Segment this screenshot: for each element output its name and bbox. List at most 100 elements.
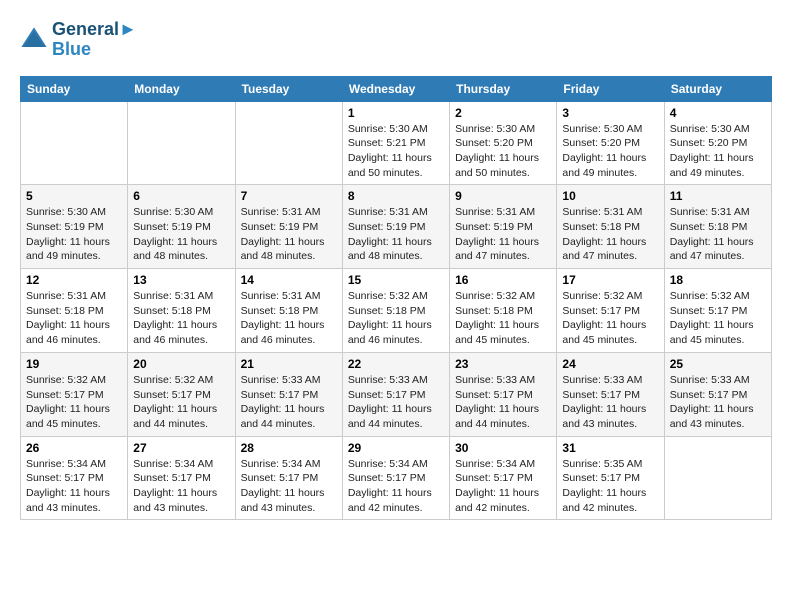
calendar-week-3: 12 Sunrise: 5:31 AMSunset: 5:18 PMDayligh… — [21, 269, 772, 353]
logo: General► Blue — [20, 20, 137, 60]
calendar-cell: 8 Sunrise: 5:31 AMSunset: 5:19 PMDaylight… — [342, 185, 449, 269]
day-number: 16 — [455, 273, 551, 287]
day-number: 12 — [26, 273, 122, 287]
day-info: Sunrise: 5:31 AMSunset: 5:19 PMDaylight:… — [348, 205, 444, 264]
page-header: General► Blue — [20, 20, 772, 60]
day-info: Sunrise: 5:30 AMSunset: 5:20 PMDaylight:… — [670, 122, 766, 181]
calendar-cell: 5Sunrise: 5:30 AMSunset: 5:19 PMDaylight… — [21, 185, 128, 269]
day-info: Sunrise: 5:31 AMSunset: 5:18 PMDaylight:… — [26, 289, 122, 348]
weekday-header-wednesday: Wednesday — [342, 76, 449, 101]
calendar-week-2: 5Sunrise: 5:30 AMSunset: 5:19 PMDaylight… — [21, 185, 772, 269]
day-info: Sunrise: 5:33 AMSunset: 5:17 PMDaylight:… — [670, 373, 766, 432]
logo-icon — [20, 26, 48, 54]
day-info: Sunrise: 5:31 AMSunset: 5:19 PMDaylight:… — [241, 205, 337, 264]
weekday-header-saturday: Saturday — [664, 76, 771, 101]
day-number: 18 — [670, 273, 766, 287]
weekday-header-sunday: Sunday — [21, 76, 128, 101]
calendar-cell — [21, 101, 128, 185]
day-info: Sunrise: 5:34 AMSunset: 5:17 PMDaylight:… — [26, 457, 122, 516]
day-number: 7 — [241, 189, 337, 203]
calendar-cell: 14 Sunrise: 5:31 AMSunset: 5:18 PMDayligh… — [235, 269, 342, 353]
calendar-cell: 19 Sunrise: 5:32 AMSunset: 5:17 PMDayligh… — [21, 352, 128, 436]
calendar-cell: 9 Sunrise: 5:31 AMSunset: 5:19 PMDaylight… — [450, 185, 557, 269]
calendar-cell: 29 Sunrise: 5:34 AMSunset: 5:17 PMDayligh… — [342, 436, 449, 520]
day-info: Sunrise: 5:32 AMSunset: 5:17 PMDaylight:… — [26, 373, 122, 432]
calendar-cell: 2 Sunrise: 5:30 AMSunset: 5:20 PMDaylight… — [450, 101, 557, 185]
calendar-cell: 24 Sunrise: 5:33 AMSunset: 5:17 PMDayligh… — [557, 352, 664, 436]
day-info: Sunrise: 5:33 AMSunset: 5:17 PMDaylight:… — [455, 373, 551, 432]
day-number: 10 — [562, 189, 658, 203]
day-info: Sunrise: 5:32 AMSunset: 5:17 PMDaylight:… — [133, 373, 229, 432]
calendar-cell: 11 Sunrise: 5:31 AMSunset: 5:18 PMDayligh… — [664, 185, 771, 269]
calendar-cell: 26 Sunrise: 5:34 AMSunset: 5:17 PMDayligh… — [21, 436, 128, 520]
day-number: 30 — [455, 441, 551, 455]
calendar-cell: 20 Sunrise: 5:32 AMSunset: 5:17 PMDayligh… — [128, 352, 235, 436]
weekday-header-monday: Monday — [128, 76, 235, 101]
day-number: 19 — [26, 357, 122, 371]
calendar: SundayMondayTuesdayWednesdayThursdayFrid… — [20, 76, 772, 521]
day-number: 20 — [133, 357, 229, 371]
calendar-cell: 16 Sunrise: 5:32 AMSunset: 5:18 PMDayligh… — [450, 269, 557, 353]
day-number: 17 — [562, 273, 658, 287]
day-info: Sunrise: 5:31 AMSunset: 5:18 PMDaylight:… — [241, 289, 337, 348]
calendar-cell: 21Sunrise: 5:33 AMSunset: 5:17 PMDayligh… — [235, 352, 342, 436]
day-info: Sunrise: 5:30 AMSunset: 5:19 PMDaylight:… — [26, 205, 122, 264]
day-info: Sunrise: 5:34 AMSunset: 5:17 PMDaylight:… — [241, 457, 337, 516]
day-info: Sunrise: 5:34 AMSunset: 5:17 PMDaylight:… — [348, 457, 444, 516]
day-number: 15 — [348, 273, 444, 287]
day-number: 11 — [670, 189, 766, 203]
day-info: Sunrise: 5:31 AMSunset: 5:18 PMDaylight:… — [562, 205, 658, 264]
calendar-cell: 31 Sunrise: 5:35 AMSunset: 5:17 PMDayligh… — [557, 436, 664, 520]
calendar-cell — [235, 101, 342, 185]
day-info: Sunrise: 5:31 AMSunset: 5:18 PMDaylight:… — [670, 205, 766, 264]
calendar-cell: 6 Sunrise: 5:30 AMSunset: 5:19 PMDaylight… — [128, 185, 235, 269]
calendar-cell: 25 Sunrise: 5:33 AMSunset: 5:17 PMDayligh… — [664, 352, 771, 436]
day-number: 24 — [562, 357, 658, 371]
day-info: Sunrise: 5:33 AMSunset: 5:17 PMDaylight:… — [241, 373, 337, 432]
logo-text: General► Blue — [52, 20, 137, 60]
day-number: 26 — [26, 441, 122, 455]
calendar-cell: 17Sunrise: 5:32 AMSunset: 5:17 PMDayligh… — [557, 269, 664, 353]
calendar-week-4: 19 Sunrise: 5:32 AMSunset: 5:17 PMDayligh… — [21, 352, 772, 436]
calendar-body: 1Sunrise: 5:30 AMSunset: 5:21 PMDaylight… — [21, 101, 772, 520]
day-number: 25 — [670, 357, 766, 371]
day-number: 9 — [455, 189, 551, 203]
calendar-cell: 12 Sunrise: 5:31 AMSunset: 5:18 PMDayligh… — [21, 269, 128, 353]
calendar-week-5: 26 Sunrise: 5:34 AMSunset: 5:17 PMDayligh… — [21, 436, 772, 520]
calendar-cell — [664, 436, 771, 520]
day-info: Sunrise: 5:34 AMSunset: 5:17 PMDaylight:… — [455, 457, 551, 516]
day-info: Sunrise: 5:31 AMSunset: 5:19 PMDaylight:… — [455, 205, 551, 264]
day-number: 31 — [562, 441, 658, 455]
calendar-cell: 7 Sunrise: 5:31 AMSunset: 5:19 PMDaylight… — [235, 185, 342, 269]
day-info: Sunrise: 5:34 AMSunset: 5:17 PMDaylight:… — [133, 457, 229, 516]
day-info: Sunrise: 5:32 AMSunset: 5:18 PMDaylight:… — [455, 289, 551, 348]
day-info: Sunrise: 5:30 AMSunset: 5:20 PMDaylight:… — [562, 122, 658, 181]
calendar-cell: 1Sunrise: 5:30 AMSunset: 5:21 PMDaylight… — [342, 101, 449, 185]
day-number: 14 — [241, 273, 337, 287]
calendar-cell: 13 Sunrise: 5:31 AMSunset: 5:18 PMDayligh… — [128, 269, 235, 353]
day-info: Sunrise: 5:30 AMSunset: 5:20 PMDaylight:… — [455, 122, 551, 181]
day-number: 2 — [455, 106, 551, 120]
day-number: 13 — [133, 273, 229, 287]
calendar-cell: 10 Sunrise: 5:31 AMSunset: 5:18 PMDayligh… — [557, 185, 664, 269]
day-number: 6 — [133, 189, 229, 203]
day-info: Sunrise: 5:33 AMSunset: 5:17 PMDaylight:… — [348, 373, 444, 432]
day-number: 29 — [348, 441, 444, 455]
day-number: 28 — [241, 441, 337, 455]
calendar-week-1: 1Sunrise: 5:30 AMSunset: 5:21 PMDaylight… — [21, 101, 772, 185]
weekday-header-friday: Friday — [557, 76, 664, 101]
calendar-cell: 22 Sunrise: 5:33 AMSunset: 5:17 PMDayligh… — [342, 352, 449, 436]
weekday-header-row: SundayMondayTuesdayWednesdayThursdayFrid… — [21, 76, 772, 101]
calendar-cell: 18 Sunrise: 5:32 AMSunset: 5:17 PMDayligh… — [664, 269, 771, 353]
day-number: 22 — [348, 357, 444, 371]
day-info: Sunrise: 5:30 AMSunset: 5:19 PMDaylight:… — [133, 205, 229, 264]
day-info: Sunrise: 5:32 AMSunset: 5:18 PMDaylight:… — [348, 289, 444, 348]
day-info: Sunrise: 5:32 AMSunset: 5:17 PMDaylight:… — [670, 289, 766, 348]
day-info: Sunrise: 5:35 AMSunset: 5:17 PMDaylight:… — [562, 457, 658, 516]
day-number: 8 — [348, 189, 444, 203]
day-number: 4 — [670, 106, 766, 120]
day-number: 27 — [133, 441, 229, 455]
day-info: Sunrise: 5:31 AMSunset: 5:18 PMDaylight:… — [133, 289, 229, 348]
calendar-cell: 28 Sunrise: 5:34 AMSunset: 5:17 PMDayligh… — [235, 436, 342, 520]
day-info: Sunrise: 5:33 AMSunset: 5:17 PMDaylight:… — [562, 373, 658, 432]
